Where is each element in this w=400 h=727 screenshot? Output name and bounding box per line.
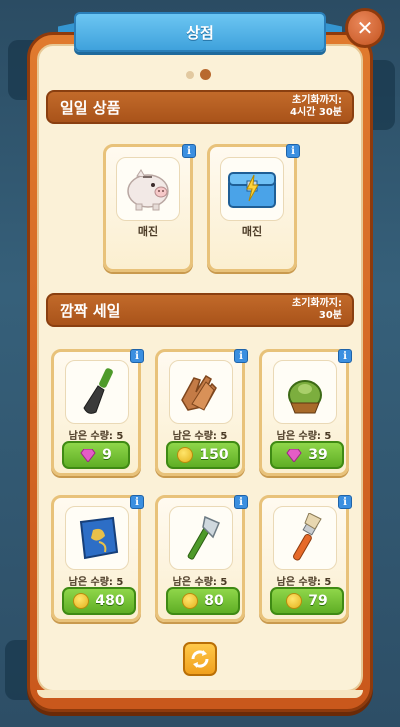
buy-button[interactable]: 80 — [166, 587, 240, 615]
daily-item-status: 매진 — [241, 225, 263, 238]
page-dot-1[interactable] — [186, 70, 194, 79]
buy-button[interactable]: 9 — [62, 441, 130, 469]
flash-item-gloves[interactable]: i 남은 수량: 5 150 — [155, 349, 248, 476]
buy-button[interactable]: 79 — [270, 587, 344, 615]
item-stock: 남은 수량: 5 — [68, 577, 124, 588]
flash-section-header: 깜짝 세일 초기화까지: 30분 — [46, 293, 354, 327]
page-indicator — [186, 69, 211, 80]
flash-item-plant-pot[interactable]: i 남은 수량: 5 39 — [259, 349, 352, 476]
price-value: 480 — [95, 593, 125, 609]
daily-item-status: 매진 — [137, 225, 159, 238]
panel-bottom-strip — [37, 690, 363, 698]
gem-icon — [80, 448, 96, 462]
close-icon: ✕ — [356, 16, 374, 40]
gloves-icon — [169, 360, 233, 424]
piggy-bank-icon — [116, 157, 180, 221]
coin-icon — [73, 593, 90, 609]
item-stock: 남은 수량: 5 — [172, 577, 228, 588]
daily-item-piggy-bank[interactable]: i 매진 — [103, 144, 196, 272]
info-icon[interactable]: i — [130, 495, 144, 509]
flash-item-axe[interactable]: i 남은 수량: 5 80 — [155, 495, 248, 622]
gem-icon — [286, 448, 302, 462]
info-icon[interactable]: i — [338, 349, 352, 363]
price-value: 39 — [308, 447, 328, 463]
price-value: 150 — [199, 447, 229, 463]
daily-section-header: 일일 상품 초기화까지: 4시간 30분 — [46, 90, 354, 124]
trowel-icon — [65, 360, 129, 424]
buy-button[interactable]: 150 — [166, 441, 240, 469]
price-value: 79 — [308, 593, 328, 609]
seed-bag-icon — [65, 506, 129, 570]
info-icon[interactable]: i — [130, 349, 144, 363]
info-icon[interactable]: i — [338, 495, 352, 509]
flash-item-seed-bag[interactable]: i 남은 수량: 5 480 — [51, 495, 144, 622]
daily-reset-time: 4시간 30분 — [290, 107, 342, 118]
item-stock: 남은 수량: 5 — [276, 431, 332, 442]
page-dot-2-active[interactable] — [200, 69, 211, 80]
flash-item-paint-brush[interactable]: i 남은 수량: 5 79 — [259, 495, 352, 622]
flash-section-title: 깜짝 세일 — [60, 301, 121, 320]
item-stock: 남은 수량: 5 — [172, 431, 228, 442]
buy-button[interactable]: 39 — [270, 441, 344, 469]
flash-reset-timer: 초기화까지: 30분 — [292, 298, 342, 322]
daily-reset-label: 초기화까지: — [292, 95, 342, 106]
buy-button[interactable]: 480 — [62, 587, 136, 615]
refresh-button[interactable] — [183, 642, 217, 676]
flash-reset-label: 초기화까지: — [292, 298, 342, 309]
flash-item-trowel[interactable]: i 남은 수량: 5 9 — [51, 349, 144, 476]
close-button[interactable]: ✕ — [345, 8, 385, 48]
info-icon[interactable]: i — [234, 349, 248, 363]
flash-reset-time: 30분 — [318, 310, 342, 321]
coin-icon — [177, 447, 194, 463]
axe-icon — [169, 506, 233, 570]
item-stock: 남은 수량: 5 — [68, 431, 124, 442]
info-icon[interactable]: i — [286, 144, 300, 158]
info-icon[interactable]: i — [234, 495, 248, 509]
item-stock: 남은 수량: 5 — [276, 577, 332, 588]
coin-icon — [286, 593, 303, 609]
daily-section-title: 일일 상품 — [60, 98, 121, 117]
daily-reset-timer: 초기화까지: 4시간 30분 — [290, 95, 342, 119]
daily-item-energy-chest[interactable]: i 매진 — [207, 144, 300, 272]
energy-chest-icon — [220, 157, 284, 221]
plant-pot-icon — [273, 360, 337, 424]
price-value: 9 — [102, 447, 112, 463]
price-value: 80 — [204, 593, 224, 609]
refresh-icon — [191, 650, 209, 668]
title-banner: 상점 — [74, 12, 326, 52]
coin-icon — [182, 593, 199, 609]
paint-brush-icon — [273, 506, 337, 570]
page-title: 상점 — [186, 23, 214, 42]
info-icon[interactable]: i — [182, 144, 196, 158]
